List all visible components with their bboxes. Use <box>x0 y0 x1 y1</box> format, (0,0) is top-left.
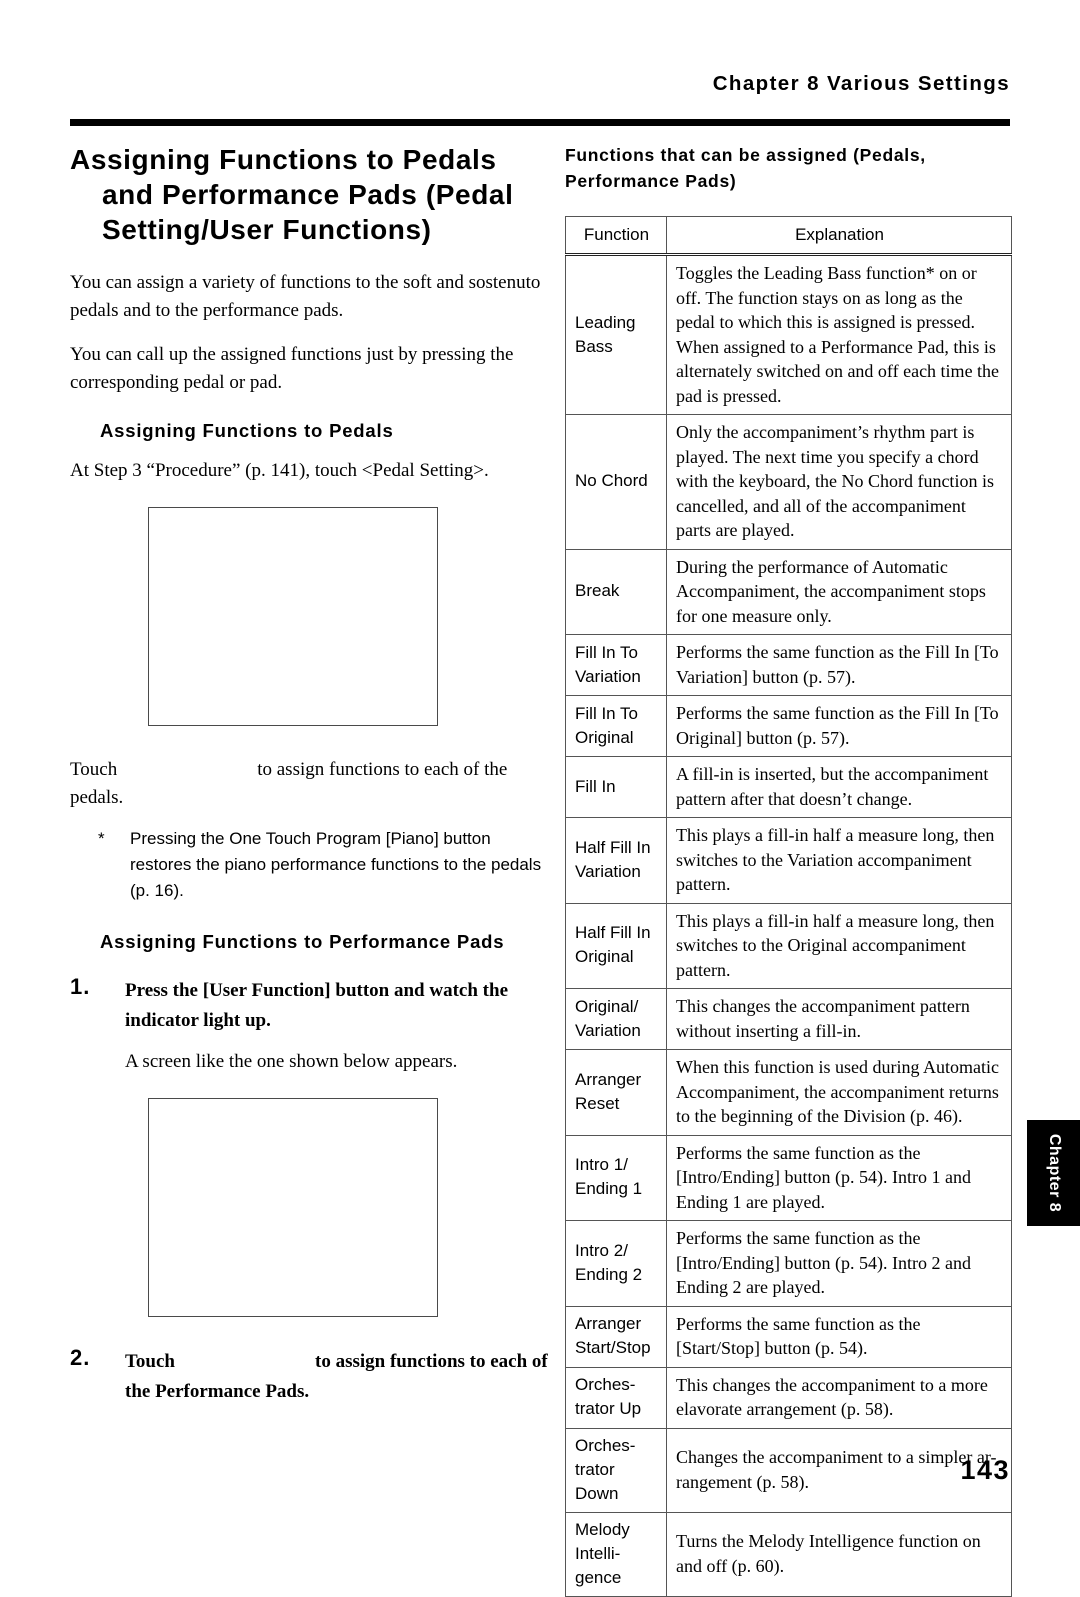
cell-function-name: Fill In To Original <box>565 695 667 757</box>
cell-explanation: Performs the same function as the [Intro… <box>666 1220 1012 1307</box>
cell-function-name: Original/ Variation <box>565 988 667 1050</box>
chapter-thumb-tab: Chapter 8 <box>1027 1120 1080 1226</box>
step-2-prefix-label: Touch <box>125 1351 175 1372</box>
cell-explanation: Performs the same function as the [Start… <box>666 1305 1012 1368</box>
cell-function-name: Arranger Reset <box>565 1049 667 1136</box>
assignable-functions-table: Function Explanation Leading Bass Toggles… <box>565 216 1012 1597</box>
table-row: Arranger Reset When this function is used… <box>565 1049 1012 1136</box>
table-row: Arranger Start/Stop Performs the same fun… <box>565 1305 1012 1368</box>
page-title: Assigning Functions to Pedals and Perfor… <box>70 144 514 245</box>
page-number: 143 <box>960 1455 1010 1485</box>
table-row: Intro 1/ Ending 1 Performs the same funct… <box>565 1134 1012 1221</box>
cell-function-name: Break <box>565 548 667 635</box>
one-touch-program-note: * Pressing the One Touch Program [Piano]… <box>70 826 550 904</box>
cell-function-name: Half Fill In Variation <box>565 817 667 904</box>
cell-function-name: Fill In <box>565 756 667 818</box>
intro-paragraph-1: You can assign a variety of functions to… <box>70 272 541 321</box>
header-rule <box>70 119 1010 126</box>
functions-table-heading: Functions that can be assigned (Pedals, … <box>565 145 926 191</box>
left-column: Assigning Functions to Pedals and Perfor… <box>70 142 550 1407</box>
step-1-text: Press the [User Function] button and wat… <box>125 980 508 1031</box>
section-heading-assigning-pads: Assigning Functions to Performance Pads <box>100 931 505 952</box>
cell-function-name: Orches- trator Up <box>565 1366 667 1429</box>
touch-suffix-label: to assign functions to each of the pedal… <box>70 759 508 808</box>
table-row: Fill In To Original Performs the same fun… <box>565 695 1012 757</box>
table-row: Half Fill In Original This plays a fill-i… <box>565 902 1012 989</box>
cell-explanation: Only the accompaniment’s rhythm part is … <box>666 414 1012 550</box>
cell-explanation: A fill-in is inserted, but the accompani… <box>666 756 1012 818</box>
table-row: Original/ Variation This changes the acco… <box>565 988 1012 1050</box>
section-heading-assigning-pedals: Assigning Functions to Pedals <box>100 420 394 441</box>
column-header-function: Function <box>565 216 667 256</box>
cell-explanation: This plays a fill-in half a measure long… <box>666 902 1012 989</box>
cell-explanation: During the performance of Automatic Acco… <box>666 548 1012 635</box>
step-1: 1. Press the [User Function] button and … <box>70 974 550 1036</box>
cell-function-name: Leading Bass <box>565 254 667 415</box>
step-1-followup-text: A screen like the one shown below appear… <box>125 1051 458 1072</box>
table-header-row: Function Explanation <box>565 216 1012 256</box>
step-1-number: 1. <box>70 974 91 999</box>
pedal-setting-screen-figure <box>148 507 438 726</box>
user-function-screen-figure <box>148 1098 438 1317</box>
cell-explanation: When this function is used during Automa… <box>666 1049 1012 1136</box>
table-row: Half Fill In Variation This plays a fill-… <box>565 817 1012 904</box>
cell-explanation: Performs the same function as the Fill I… <box>666 634 1012 696</box>
table-row: Orches- trator Up This changes the accomp… <box>565 1366 1012 1429</box>
cell-function-name: Half Fill In Original <box>565 902 667 989</box>
step-2: 2. Touch to assign functions to each of t… <box>70 1345 550 1407</box>
table-body: Leading Bass Toggles the Leading Bass fun… <box>565 254 1012 1597</box>
cell-explanation: This plays a fill-in half a measure long… <box>666 817 1012 904</box>
cell-explanation: Performs the same function as the Fill I… <box>666 695 1012 757</box>
pedal-setting-instruction: At Step 3 “Procedure” (p. 141), touch <P… <box>70 460 489 481</box>
column-header-explanation: Explanation <box>666 216 1012 256</box>
cell-explanation: This changes the accompaniment pattern w… <box>666 988 1012 1050</box>
cell-explanation: Turns the Melody Intelligence function o… <box>666 1511 1012 1597</box>
step-2-suffix-label: to assign functions to each of the Perfo… <box>125 1351 548 1402</box>
touch-pedals-instruction: Touch to assign functions to each of the … <box>70 756 550 812</box>
running-head: Chapter 8 Various Settings <box>712 72 1010 95</box>
table-row: Intro 2/ Ending 2 Performs the same funct… <box>565 1220 1012 1307</box>
table-row: No Chord Only the accompaniment’s rhythm … <box>565 414 1012 550</box>
table-row: Break During the performance of Automatic… <box>565 548 1012 635</box>
cell-function-name: Fill In To Variation <box>565 634 667 696</box>
cell-explanation: Performs the same function as the [Intro… <box>666 1134 1012 1221</box>
cell-function-name: Intro 2/ Ending 2 <box>565 1220 667 1307</box>
cell-explanation: This changes the accompaniment to a more… <box>666 1366 1012 1429</box>
table-row: Melody Intelli- gence Turns the Melody In… <box>565 1511 1012 1597</box>
intro-paragraph-2: You can call up the assigned functions j… <box>70 344 514 393</box>
cell-function-name: No Chord <box>565 414 667 550</box>
table-row: Fill In A fill-in is inserted, but the ac… <box>565 756 1012 818</box>
cell-explanation: Toggles the Leading Bass function* on or… <box>666 254 1012 415</box>
cell-function-name: Arranger Start/Stop <box>565 1305 667 1368</box>
cell-function-name: Orches- trator Down <box>565 1427 667 1513</box>
step-2-text: Touch to assign functions to each of the … <box>125 1351 548 1402</box>
table-row: Fill In To Variation Performs the same fu… <box>565 634 1012 696</box>
note-text: Pressing the One Touch Program [Piano] b… <box>130 829 542 900</box>
touch-prefix-label: Touch <box>70 759 118 780</box>
asterisk-marker: * <box>98 829 105 848</box>
step-2-number: 2. <box>70 1345 91 1370</box>
chapter-tab-label: Chapter 8 <box>1045 1133 1063 1213</box>
cell-function-name: Melody Intelli- gence <box>565 1511 667 1597</box>
table-row: Leading Bass Toggles the Leading Bass fun… <box>565 254 1012 415</box>
right-column: Functions that can be assigned (Pedals, … <box>565 142 1012 1597</box>
cell-function-name: Intro 1/ Ending 1 <box>565 1134 667 1221</box>
